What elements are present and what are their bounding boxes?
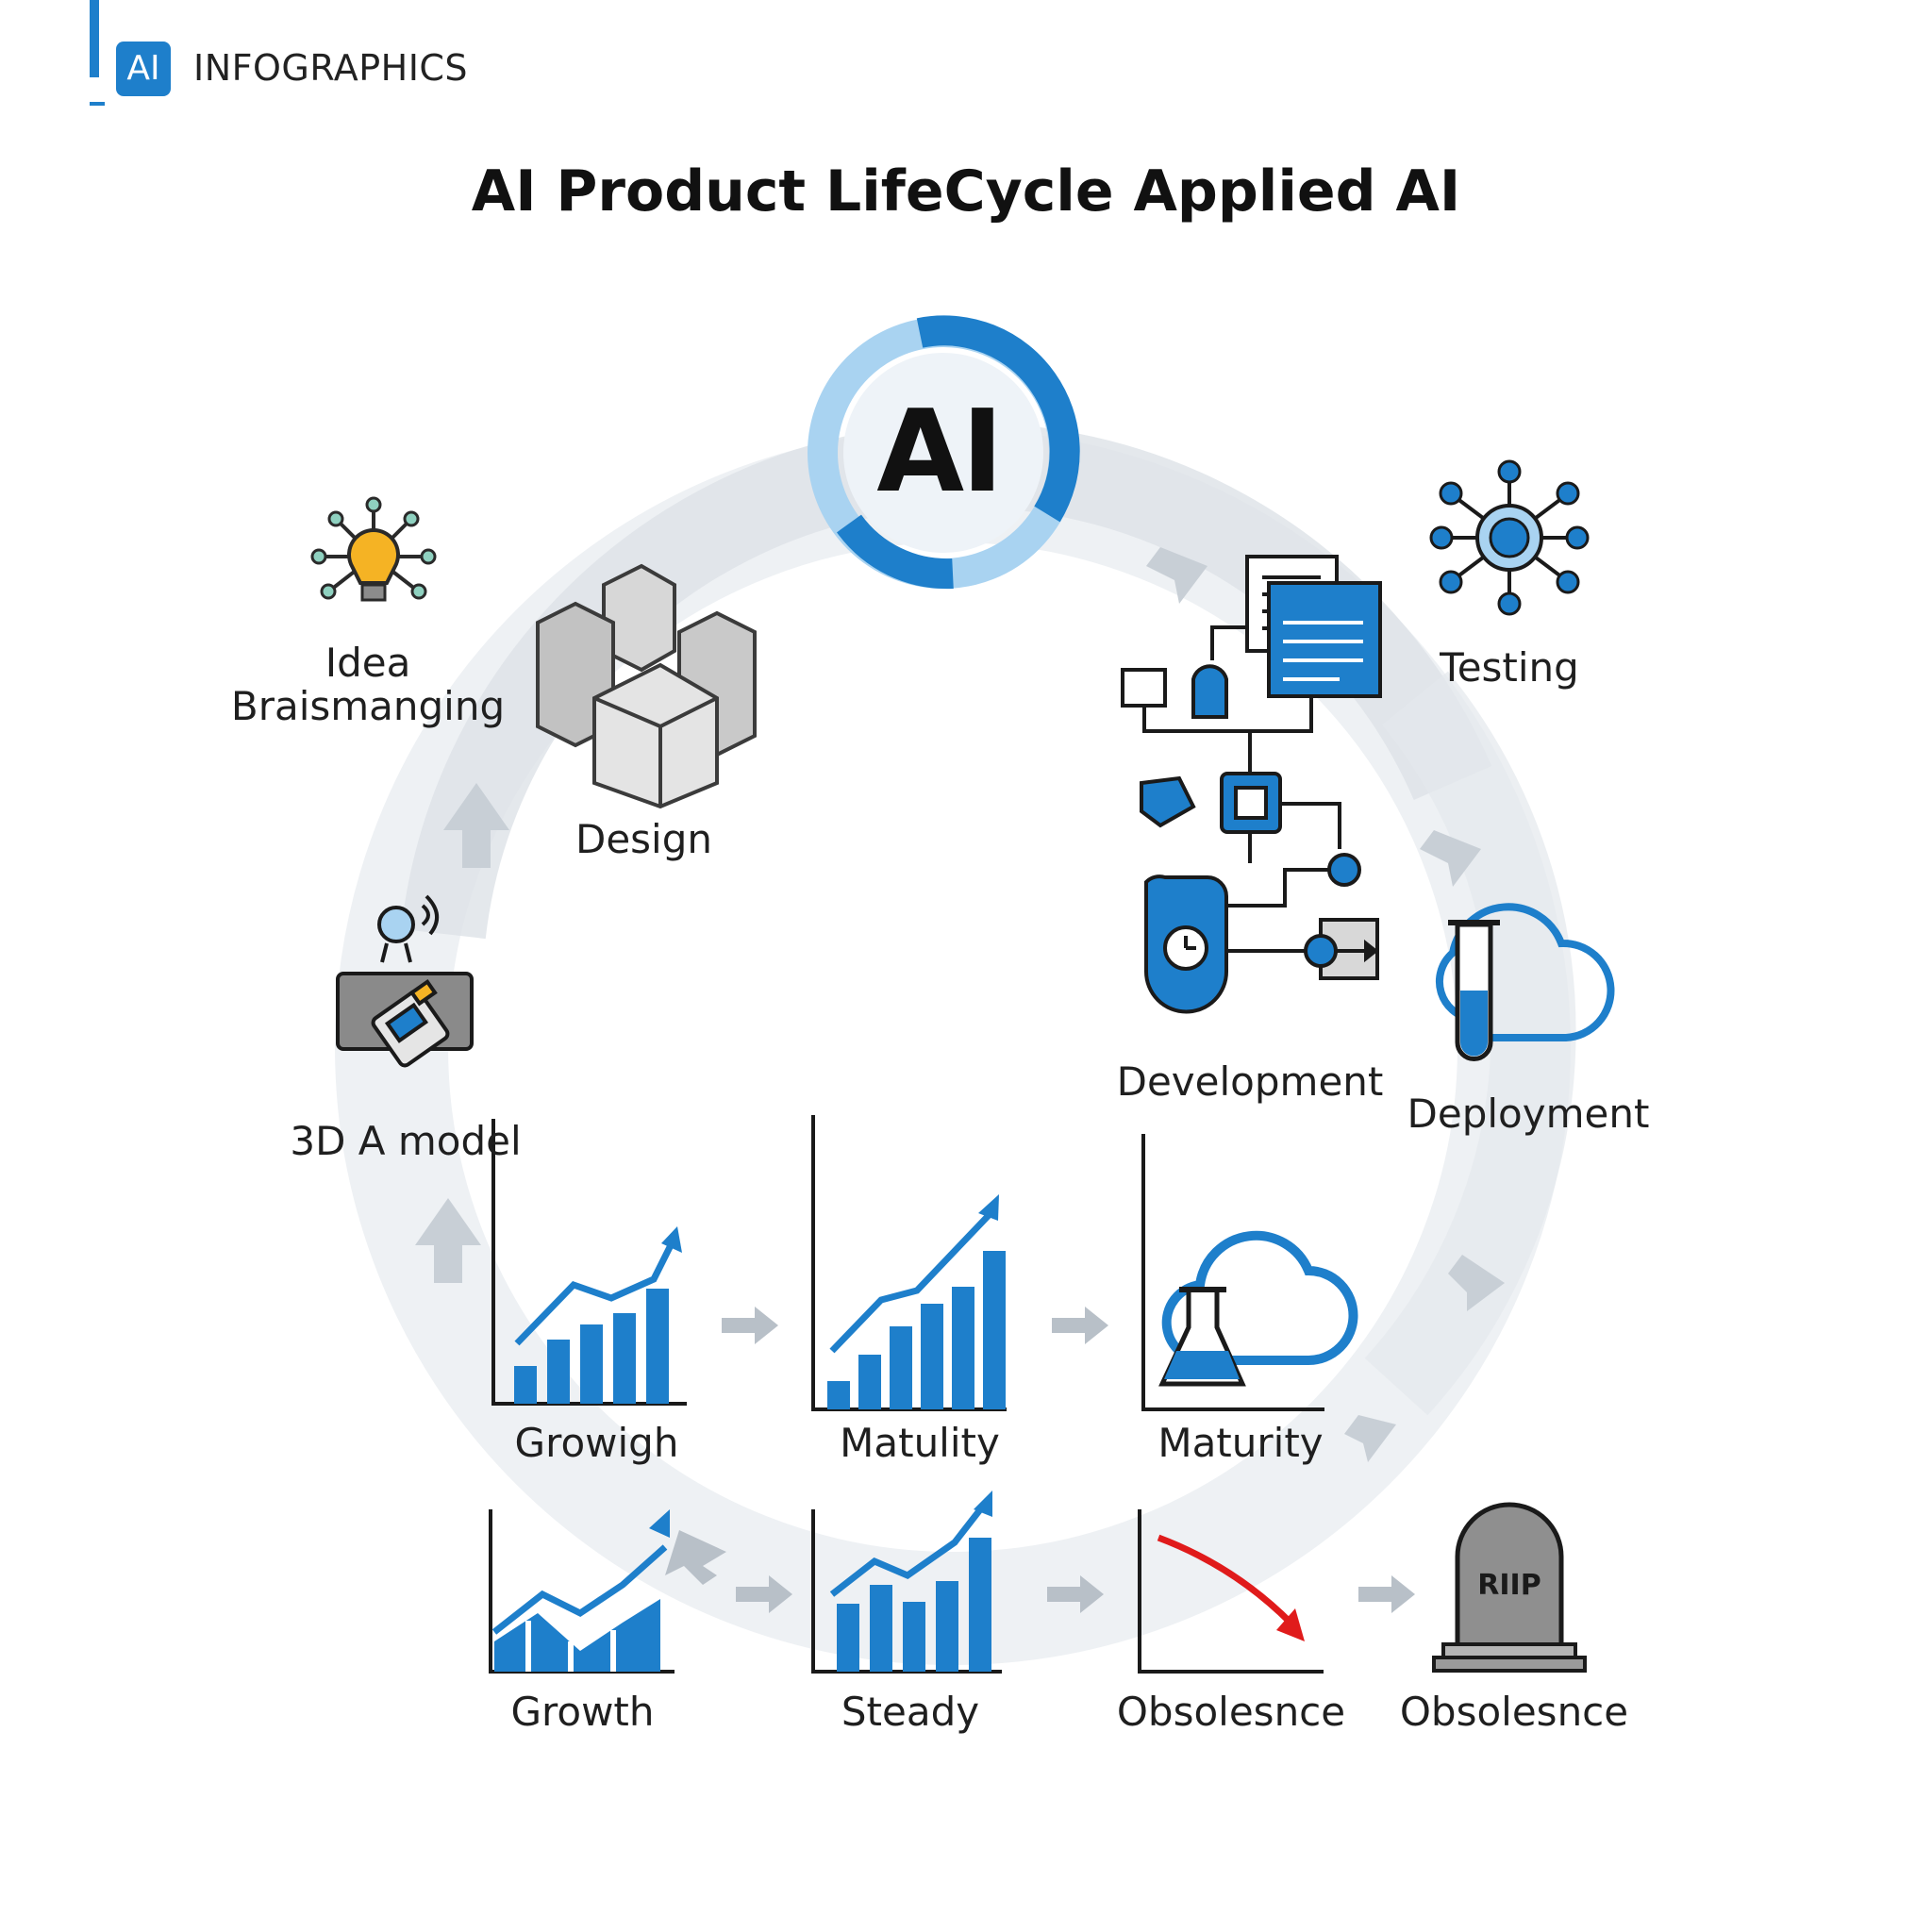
network-icon — [1429, 459, 1590, 616]
stage-idea-label: Idea Braismanging — [230, 640, 506, 729]
stage-design-label: Design — [575, 816, 712, 862]
workflow-icon — [1121, 555, 1382, 1014]
flow-arrow — [1052, 1307, 1108, 1344]
flask-cloud-icon — [1141, 1134, 1358, 1411]
stage-testing-label: Testing — [1440, 644, 1579, 691]
stage-obsolesnce-chart-label: Obsolesnce — [1116, 1689, 1346, 1735]
lightbulb-network-icon — [310, 496, 437, 602]
tombstone-text: RIIP — [1477, 1569, 1541, 1602]
matulity-chart — [811, 1115, 1007, 1411]
stage-model-label: 3D A model — [290, 1118, 522, 1164]
stage-development-label: Development — [1116, 1058, 1384, 1105]
stage-maturity-label: Maturity — [1158, 1420, 1324, 1466]
stage-matulity-label: Matulity — [840, 1420, 1000, 1466]
ai-hub-text: AI — [876, 387, 1004, 518]
lifecycle-diagram: RIIP — [310, 315, 1615, 1674]
stage-growth-label: Growth — [510, 1689, 655, 1735]
stage-obsolesnce-grave-label: Obsolesnce — [1399, 1689, 1629, 1735]
flow-arrow — [1358, 1575, 1415, 1613]
tombstone-icon: RIIP — [1432, 1502, 1587, 1673]
flow-arrow — [722, 1307, 778, 1344]
stage-deployment-label: Deployment — [1407, 1091, 1650, 1137]
stage-growigh-label: Growigh — [514, 1420, 679, 1466]
stage-steady-label: Steady — [841, 1689, 980, 1735]
